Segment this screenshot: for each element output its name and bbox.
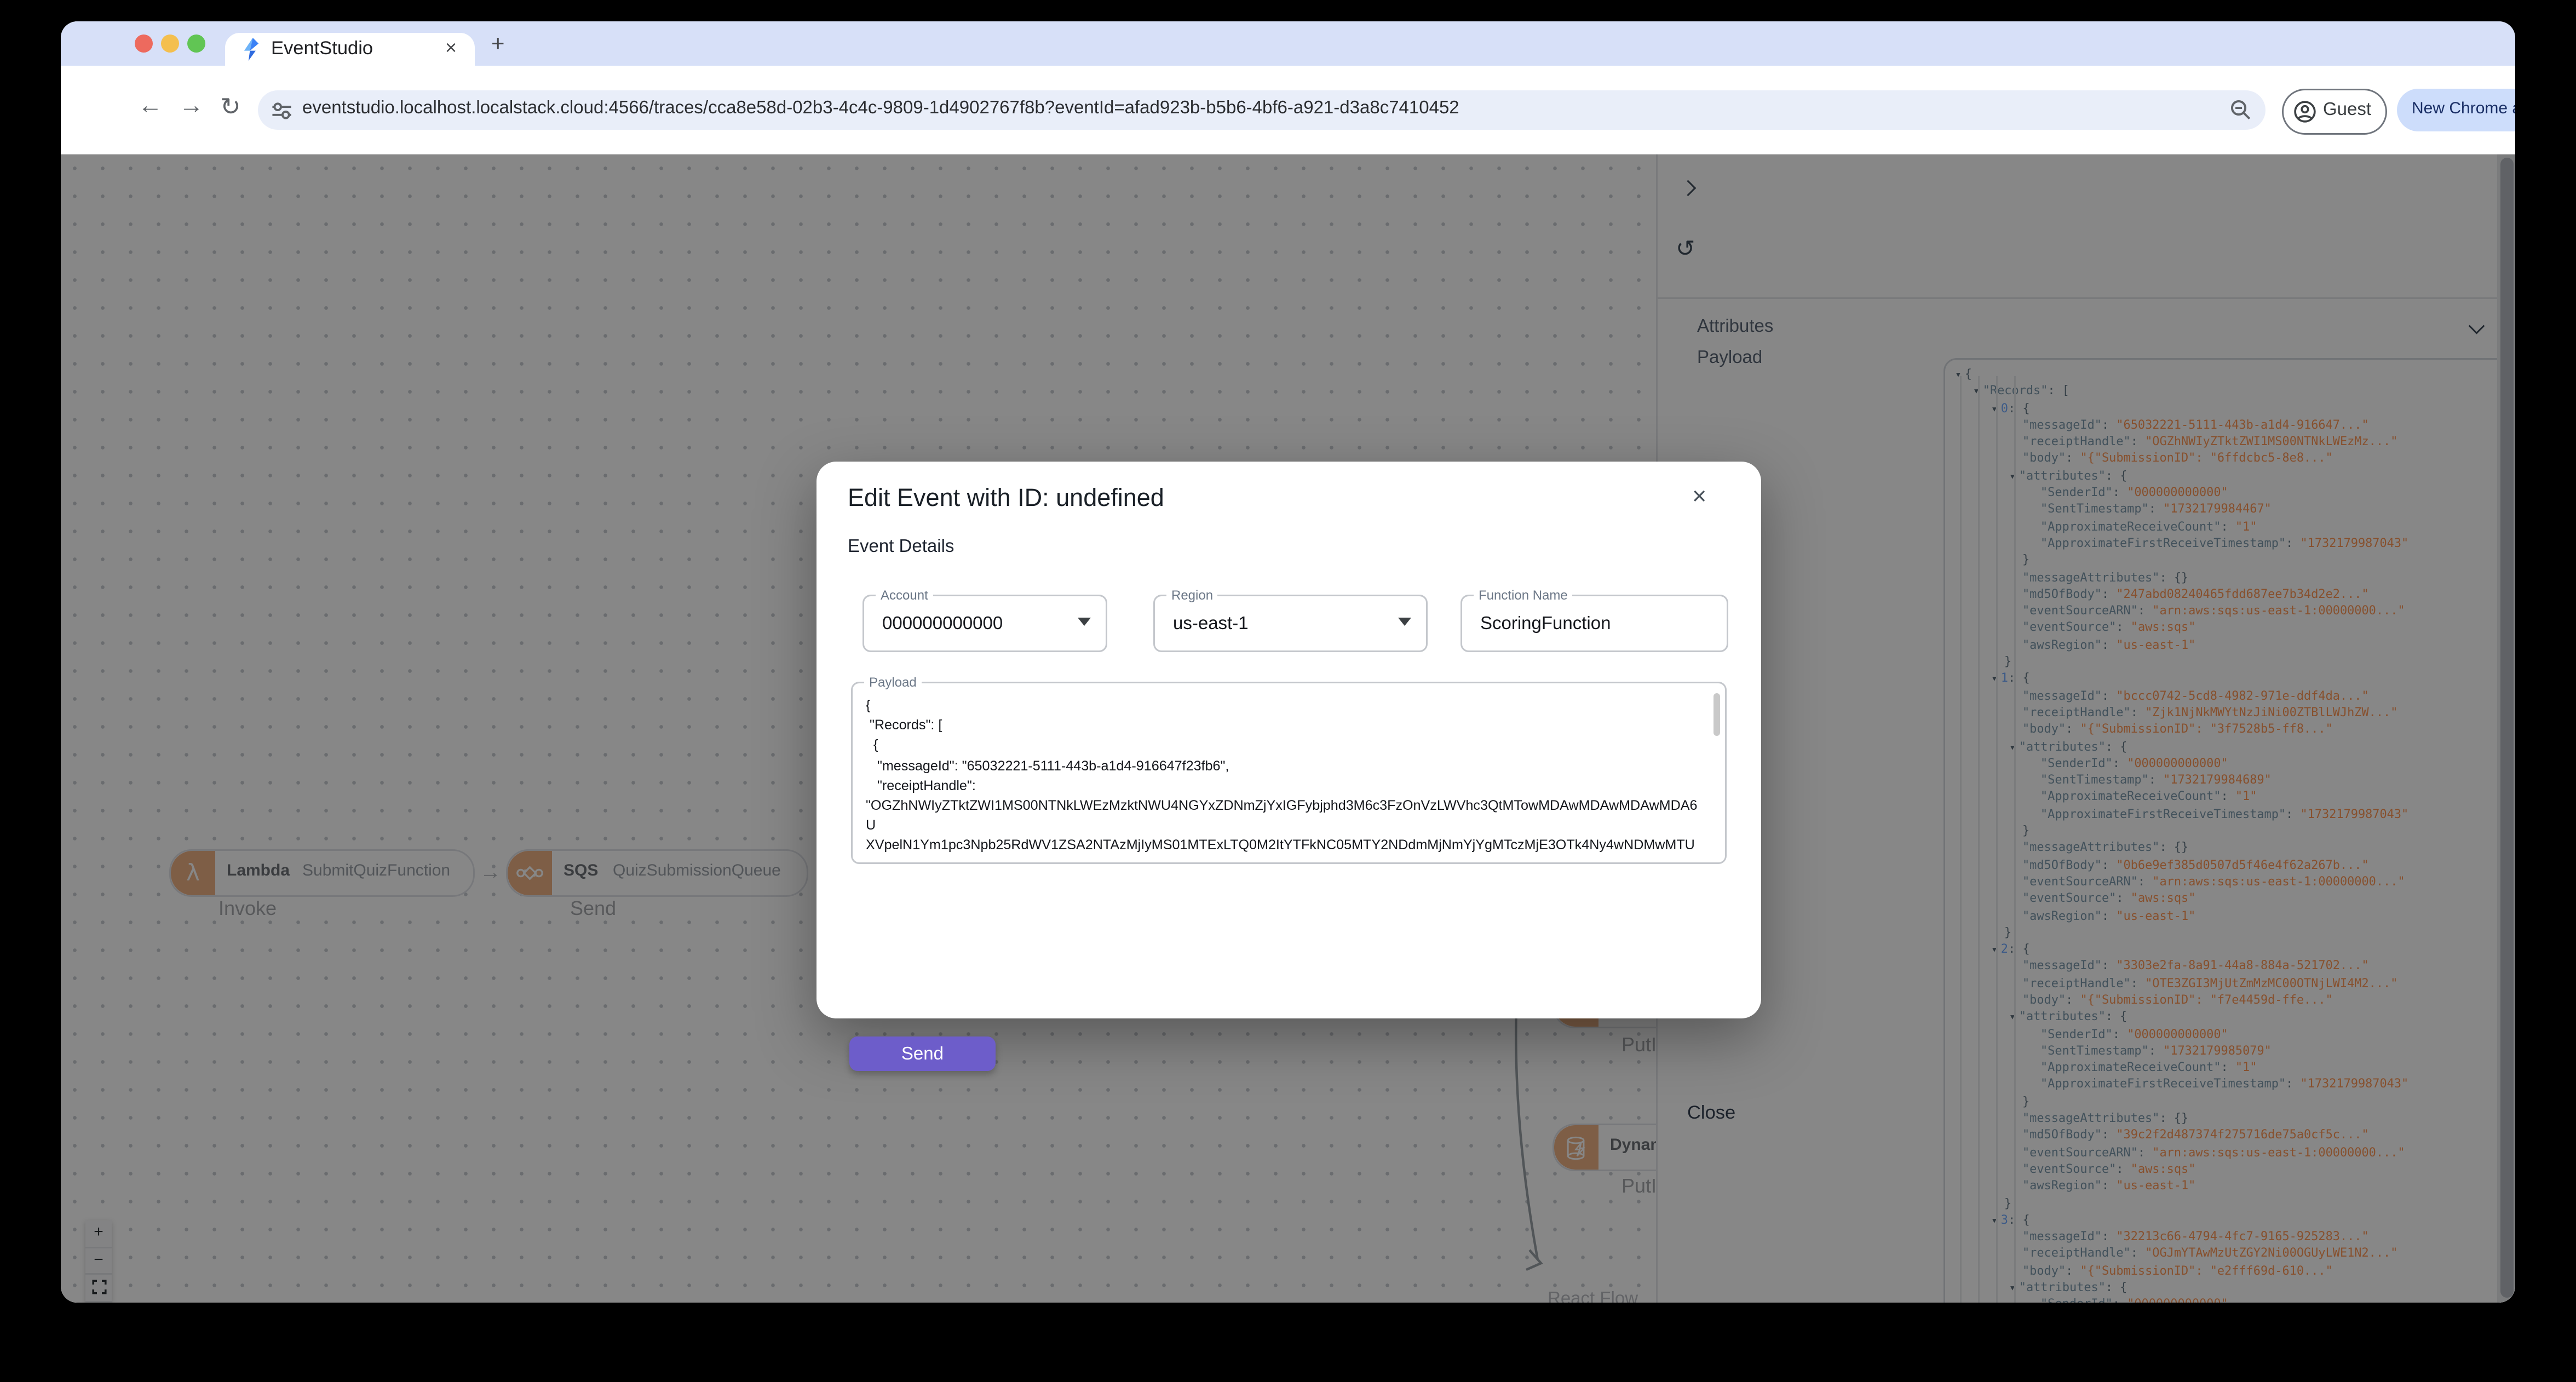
account-label: Account <box>876 588 933 603</box>
screenshot-stage: EventStudio × + ← → ↻ eventstudio.localh… <box>0 0 2576 1381</box>
function-name-field[interactable]: Function Name ScoringFunction <box>1461 588 1728 652</box>
region-caret-icon <box>1398 618 1411 626</box>
browser-window: EventStudio × + ← → ↻ eventstudio.localh… <box>61 21 2515 1303</box>
profile-button[interactable]: Guest <box>2282 89 2387 135</box>
account-value: 000000000000 <box>882 614 1003 634</box>
site-settings-icon[interactable] <box>271 100 292 122</box>
chrome-update-label: New Chrome available <box>2412 100 2515 118</box>
close-button[interactable]: Close <box>1687 1104 1735 1124</box>
edit-event-modal: Edit Event with ID: undefined × Event De… <box>817 462 1761 1124</box>
send-button[interactable]: Send <box>849 1036 996 1071</box>
account-select[interactable]: Account 000000000000 <box>863 588 1107 652</box>
browser-toolbar: ← → ↻ eventstudio.localhost.localstack.c… <box>61 66 2515 154</box>
profile-label: Guest <box>2323 100 2372 120</box>
function-name-label: Function Name <box>1474 588 1573 603</box>
function-name-value: ScoringFunction <box>1480 614 1611 634</box>
page-content: λ Lambda SubmitQuizFunction → SQS QuizSu… <box>61 154 2515 1303</box>
tab-strip: EventStudio × + <box>61 21 2515 66</box>
payload-label: Payload <box>864 675 922 690</box>
reload-button[interactable]: ↻ <box>220 92 241 122</box>
window-minimize-button[interactable] <box>161 34 179 53</box>
region-label: Region <box>1166 588 1218 603</box>
region-select[interactable]: Region us-east-1 <box>1153 588 1428 652</box>
payload-textarea[interactable]: Payload { "Records": [ { "messageId": "6… <box>851 675 1727 864</box>
region-value: us-east-1 <box>1173 614 1249 634</box>
modal-close-icon[interactable]: × <box>1692 483 1706 511</box>
payload-scrollbar-thumb[interactable] <box>1714 693 1720 736</box>
account-caret-icon <box>1078 618 1091 626</box>
window-close-button[interactable] <box>135 34 153 53</box>
address-bar[interactable]: eventstudio.localhost.localstack.cloud:4… <box>258 90 2266 130</box>
window-zoom-button[interactable] <box>187 34 205 53</box>
event-details-label: Event Details <box>848 537 955 557</box>
tab-title: EventStudio <box>271 39 373 59</box>
payload-text[interactable]: { "Records": [ { "messageId": "65032221-… <box>866 695 1705 856</box>
zoom-out-icon[interactable] <box>2229 99 2252 122</box>
forward-button[interactable]: → <box>179 92 204 120</box>
chrome-update-button[interactable]: New Chrome available ⋮ <box>2397 89 2515 131</box>
guest-avatar-icon <box>2294 101 2316 123</box>
tab-close-icon[interactable]: × <box>445 36 457 59</box>
back-button[interactable]: ← <box>138 92 163 120</box>
tab-eventstudio[interactable]: EventStudio × <box>225 33 475 66</box>
new-tab-button[interactable]: + <box>491 30 505 56</box>
eventstudio-favicon-icon <box>244 38 259 61</box>
modal-title: Edit Event with ID: undefined <box>848 485 1164 513</box>
url-text: eventstudio.localhost.localstack.cloud:4… <box>302 99 1459 118</box>
